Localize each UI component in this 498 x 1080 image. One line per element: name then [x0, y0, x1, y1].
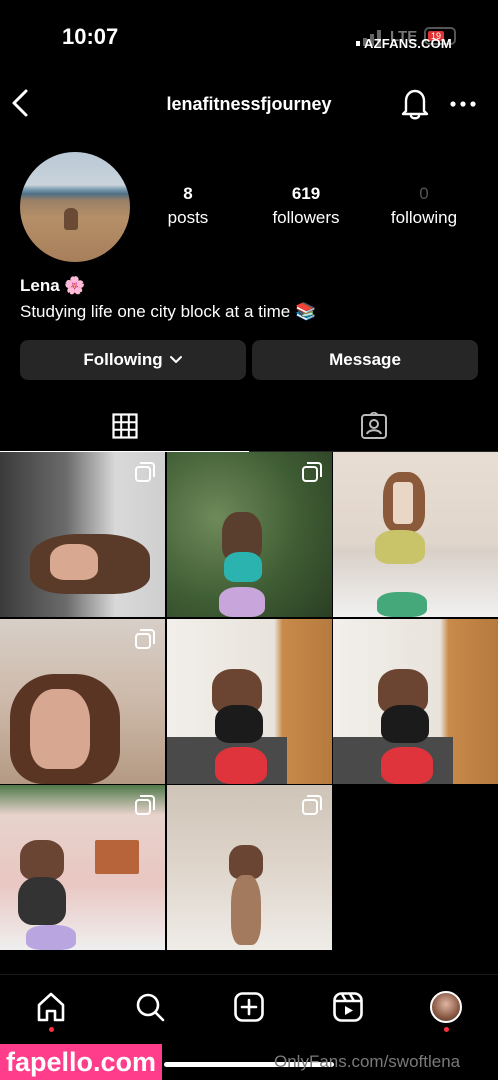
- post-thumbnail[interactable]: [167, 452, 332, 617]
- post-subject-face: [50, 544, 98, 580]
- post-subject-bottom: [377, 592, 427, 617]
- multiple-photos-icon: [135, 629, 155, 649]
- post-subject-top: [224, 552, 262, 582]
- stat-followers[interactable]: 619 followers: [246, 184, 366, 228]
- stat-following[interactable]: 0 following: [364, 184, 484, 228]
- grid-icon: [111, 412, 138, 439]
- post-thumbnail[interactable]: [333, 619, 498, 784]
- following-button[interactable]: Following: [20, 340, 246, 380]
- stat-following-count: 0: [419, 184, 429, 203]
- tagged-icon: [360, 411, 387, 439]
- watermark-right: OnlyFans.com/swoftlena: [274, 1052, 461, 1071]
- watermark-top: AZFANS.COM: [364, 36, 452, 51]
- message-button[interactable]: Message: [252, 340, 478, 380]
- post-subject-body: [231, 875, 261, 945]
- stat-following-label: following: [390, 208, 458, 227]
- tab-tagged[interactable]: [249, 400, 498, 452]
- profile-avatar[interactable]: [20, 152, 130, 262]
- search-icon[interactable]: [134, 991, 166, 1023]
- avatar-figure: [64, 208, 78, 230]
- multiple-photos-icon: [302, 462, 322, 482]
- multiple-photos-icon: [135, 795, 155, 815]
- stat-followers-label: followers: [272, 208, 340, 227]
- post-subject-face: [30, 689, 90, 769]
- more-options-icon[interactable]: [449, 100, 477, 108]
- post-subject: [229, 845, 263, 879]
- post-thumbnail[interactable]: [333, 452, 498, 617]
- profile-tabs: [0, 400, 498, 452]
- post-subject-bottom: [219, 587, 265, 617]
- display-name: Lena 🌸: [20, 276, 86, 295]
- watermark-left: fapello.com: [0, 1044, 163, 1080]
- post-thumbnail[interactable]: [167, 785, 332, 950]
- create-icon[interactable]: [233, 991, 265, 1023]
- reels-icon[interactable]: [332, 991, 364, 1023]
- post-subject-bottom: [26, 925, 76, 950]
- status-bar: 10:07 LTE 19 AZFANS.COM: [0, 0, 498, 72]
- stat-posts[interactable]: 8 posts: [128, 184, 248, 228]
- message-button-label: Message: [329, 350, 401, 369]
- home-icon[interactable]: [35, 991, 67, 1023]
- post-painting: [95, 840, 139, 874]
- bell-icon[interactable]: [400, 87, 430, 121]
- post-thumbnail[interactable]: [167, 619, 332, 784]
- post-subject-top: [215, 705, 263, 743]
- post-phone: [393, 482, 413, 524]
- following-button-label: Following: [83, 350, 163, 369]
- status-time: 10:07: [62, 24, 119, 49]
- profile-nav-avatar[interactable]: [430, 991, 462, 1023]
- tab-grid[interactable]: [0, 400, 249, 452]
- stat-followers-count: 619: [291, 184, 321, 203]
- profile-header: lenafitnessfjourney: [0, 72, 498, 136]
- home-notification-dot: [49, 1027, 54, 1032]
- stat-posts-label: posts: [167, 208, 209, 227]
- stat-posts-count: 8: [183, 184, 193, 203]
- bottom-nav: [0, 974, 498, 1044]
- multiple-photos-icon: [135, 462, 155, 482]
- post-subject-top: [18, 877, 66, 925]
- post-subject-bottom: [381, 747, 433, 784]
- post-subject-bottom: [215, 747, 267, 784]
- post-thumbnail[interactable]: [0, 619, 165, 784]
- post-thumbnail[interactable]: [0, 452, 165, 617]
- multiple-photos-icon: [302, 795, 322, 815]
- profile-notification-dot: [444, 1027, 449, 1032]
- profile-bio: Studying life one city block at a time 📚: [20, 302, 317, 321]
- post-subject-top: [375, 530, 425, 564]
- post-subject: [20, 840, 64, 880]
- post-subject-top: [381, 705, 429, 743]
- chevron-down-icon: [169, 356, 182, 363]
- post-thumbnail[interactable]: [0, 785, 165, 950]
